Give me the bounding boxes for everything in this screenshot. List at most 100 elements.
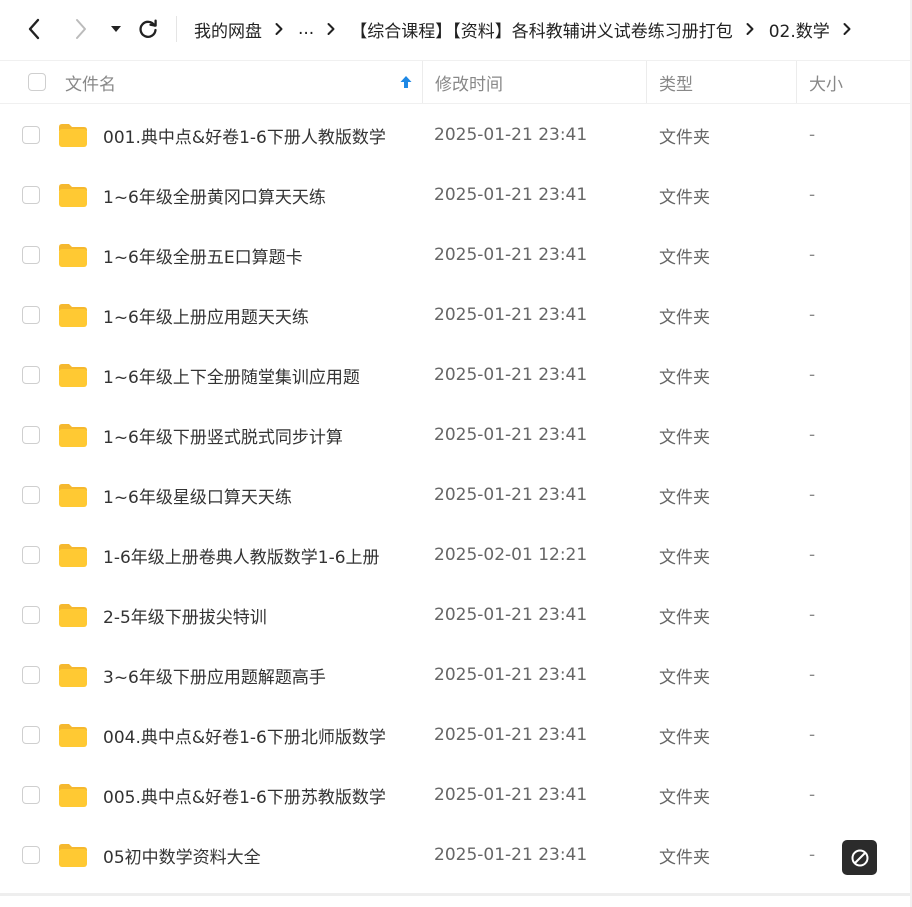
breadcrumb-item[interactable]: 我的网盘 — [194, 17, 262, 42]
file-size: - — [809, 425, 816, 445]
folder-icon — [57, 585, 89, 645]
row-checkbox-cell — [22, 765, 42, 825]
file-name[interactable]: 001.典中点&好卷1-6下册人教版数学 — [103, 105, 419, 165]
row-checkbox[interactable] — [22, 366, 40, 384]
row-checkbox[interactable] — [22, 246, 40, 264]
toolbar-divider — [176, 16, 177, 42]
table-row[interactable]: 1~6年级上下全册随堂集训应用题 2025-01-21 23:41 文件夹 - — [0, 345, 912, 405]
row-checkbox-cell — [22, 225, 42, 285]
table-row[interactable]: 3~6年级下册应用题解题高手 2025-01-21 23:41 文件夹 - — [0, 645, 912, 705]
chevron-right-icon — [327, 23, 335, 35]
table-row[interactable]: 05初中数学资料大全 2025-01-21 23:41 文件夹 - — [0, 825, 912, 885]
column-header-name[interactable]: 文件名 — [65, 61, 421, 103]
breadcrumb-item[interactable]: 【综合课程】【资料】各科教辅讲义试卷练习册打包 — [350, 17, 733, 42]
file-name[interactable]: 3~6年级下册应用题解题高手 — [103, 645, 419, 705]
column-header-type[interactable]: 类型 — [646, 61, 796, 103]
file-name[interactable]: 1-6年级上册卷典人教版数学1-6上册 — [103, 525, 419, 585]
list-bottom-border — [0, 893, 912, 896]
table-row[interactable]: 1-6年级上册卷典人教版数学1-6上册 2025-02-01 12:21 文件夹 - — [0, 525, 912, 585]
chevron-left-icon — [28, 18, 40, 40]
file-name[interactable]: 005.典中点&好卷1-6下册苏教版数学 — [103, 765, 419, 825]
file-name[interactable]: 004.典中点&好卷1-6下册北师版数学 — [103, 705, 419, 765]
file-size: - — [809, 305, 816, 325]
column-header-size[interactable]: 大小 — [796, 61, 912, 103]
breadcrumb-separator — [743, 22, 757, 36]
table-row[interactable]: 1~6年级下册竖式脱式同步计算 2025-01-21 23:41 文件夹 - — [0, 405, 912, 465]
row-checkbox[interactable] — [22, 546, 40, 564]
breadcrumb-item[interactable]: ... — [298, 19, 314, 39]
table-row[interactable]: 1~6年级全册黄冈口算天天练 2025-01-21 23:41 文件夹 - — [0, 165, 912, 225]
modified-time: 2025-01-21 23:41 — [434, 185, 588, 205]
row-checkbox[interactable] — [22, 306, 40, 324]
table-row[interactable]: 001.典中点&好卷1-6下册人教版数学 2025-01-21 23:41 文件夹 - — [0, 105, 912, 165]
folder-icon — [57, 825, 89, 885]
row-checkbox[interactable] — [22, 486, 40, 504]
file-type: 文件夹 — [659, 487, 710, 508]
breadcrumb-separator — [324, 22, 338, 36]
row-checkbox[interactable] — [22, 726, 40, 744]
breadcrumb-item[interactable]: 02.数学 — [769, 17, 830, 42]
table-row[interactable]: 1~6年级全册五E口算题卡 2025-01-21 23:41 文件夹 - — [0, 225, 912, 285]
row-checkbox[interactable] — [22, 846, 40, 864]
float-action-button[interactable] — [842, 840, 877, 875]
table-row[interactable]: 2-5年级下册拔尖特训 2025-01-21 23:41 文件夹 - — [0, 585, 912, 645]
file-name[interactable]: 1~6年级下册竖式脱式同步计算 — [103, 405, 419, 465]
table-row[interactable]: 1~6年级上册应用题天天练 2025-01-21 23:41 文件夹 - — [0, 285, 912, 345]
history-dropdown-button[interactable] — [102, 15, 130, 43]
breadcrumb-separator — [840, 22, 854, 36]
row-checkbox[interactable] — [22, 186, 40, 204]
folder-icon — [57, 225, 89, 285]
table-row[interactable]: 004.典中点&好卷1-6下册北师版数学 2025-01-21 23:41 文件夹 - — [0, 705, 912, 765]
file-type: 文件夹 — [659, 127, 710, 148]
row-checkbox-cell — [22, 705, 42, 765]
file-size: - — [809, 665, 816, 685]
modified-time: 2025-01-21 23:41 — [434, 305, 588, 325]
file-size: - — [809, 485, 816, 505]
folder-icon — [57, 285, 89, 345]
row-checkbox-cell — [22, 285, 42, 345]
refresh-button[interactable] — [134, 15, 162, 43]
file-name[interactable]: 1~6年级上下全册随堂集训应用题 — [103, 345, 419, 405]
modified-time: 2025-01-21 23:41 — [434, 425, 588, 445]
folder-icon — [57, 105, 89, 165]
row-checkbox[interactable] — [22, 786, 40, 804]
chevron-right-icon — [76, 19, 86, 39]
block-icon — [851, 849, 868, 866]
modified-time: 2025-01-21 23:41 — [434, 665, 588, 685]
file-name[interactable]: 2-5年级下册拔尖特训 — [103, 585, 419, 645]
row-checkbox[interactable] — [22, 126, 40, 144]
row-checkbox[interactable] — [22, 426, 40, 444]
chevron-right-icon — [746, 23, 754, 35]
file-type: 文件夹 — [659, 367, 710, 388]
file-type: 文件夹 — [659, 247, 710, 268]
column-header-mtime[interactable]: 修改时间 — [422, 61, 646, 103]
file-size: - — [809, 785, 816, 805]
select-all-checkbox[interactable] — [28, 73, 46, 91]
file-name[interactable]: 1~6年级全册黄冈口算天天练 — [103, 165, 419, 225]
modified-time: 2025-01-21 23:41 — [434, 605, 588, 625]
folder-icon — [57, 345, 89, 405]
file-name[interactable]: 1~6年级星级口算天天练 — [103, 465, 419, 525]
folder-icon — [57, 165, 89, 225]
file-type: 文件夹 — [659, 607, 710, 628]
row-checkbox-cell — [22, 405, 42, 465]
file-name[interactable]: 1~6年级上册应用题天天练 — [103, 285, 419, 345]
folder-icon — [57, 705, 89, 765]
file-type: 文件夹 — [659, 307, 710, 328]
table-row[interactable]: 1~6年级星级口算天天练 2025-01-21 23:41 文件夹 - — [0, 465, 912, 525]
forward-button[interactable] — [67, 15, 95, 43]
row-checkbox-cell — [22, 105, 42, 165]
table-row[interactable]: 005.典中点&好卷1-6下册苏教版数学 2025-01-21 23:41 文件夹 - — [0, 765, 912, 825]
file-type: 文件夹 — [659, 847, 710, 868]
file-type: 文件夹 — [659, 427, 710, 448]
file-name[interactable]: 05初中数学资料大全 — [103, 825, 419, 885]
sort-ascending-icon[interactable] — [399, 74, 413, 90]
row-checkbox-cell — [22, 165, 42, 225]
row-checkbox[interactable] — [22, 666, 40, 684]
modified-time: 2025-02-01 12:21 — [434, 545, 588, 565]
file-name[interactable]: 1~6年级全册五E口算题卡 — [103, 225, 419, 285]
modified-time: 2025-01-21 23:41 — [434, 365, 588, 385]
breadcrumb: 我的网盘... 【综合课程】【资料】各科教辅讲义试卷练习册打包 02.数学 — [194, 0, 866, 58]
back-button[interactable] — [20, 15, 48, 43]
row-checkbox[interactable] — [22, 606, 40, 624]
